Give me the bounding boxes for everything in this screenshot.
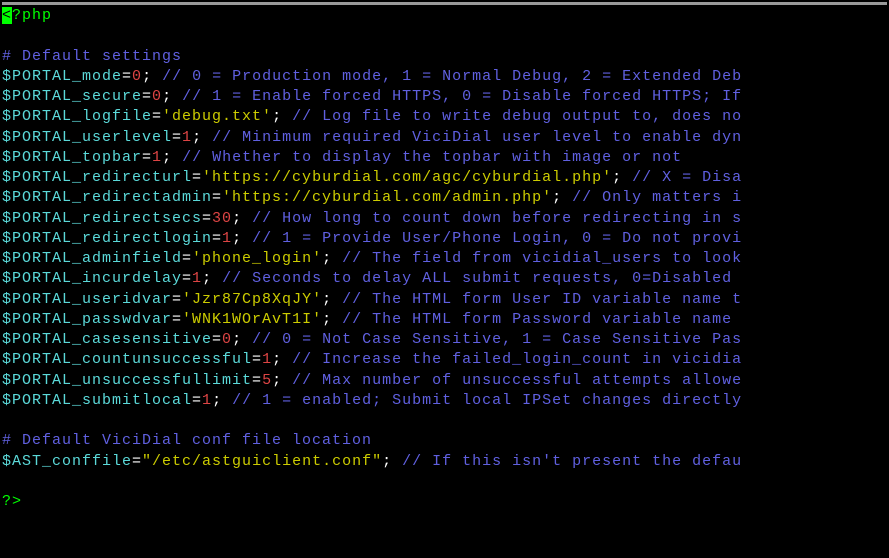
- variable: $PORTAL_countunsuccessful: [2, 351, 252, 368]
- variable: $PORTAL_secure: [2, 88, 142, 105]
- inline-comment: // How long to count down before redirec…: [242, 210, 742, 227]
- variable: $PORTAL_unsuccessfullimit: [2, 372, 252, 389]
- php-close-tag: ?>: [2, 492, 887, 512]
- string-literal: 'Jzr87Cp8XqJY': [182, 291, 322, 308]
- variable: $PORTAL_redirectlogin: [2, 230, 212, 247]
- number-literal: 0: [132, 68, 142, 85]
- inline-comment: // 1 = enabled; Submit local IPSet chang…: [222, 392, 742, 409]
- inline-comment: // 1 = Enable forced HTTPS, 0 = Disable …: [172, 88, 742, 105]
- inline-comment: // 0 = Production mode, 1 = Normal Debug…: [152, 68, 742, 85]
- section-comment-2: # Default ViciDial conf file location: [2, 431, 887, 451]
- code-line: $PORTAL_userlevel=1; // Minimum required…: [2, 128, 887, 148]
- string-literal: 'https://cyburdial.com/agc/cyburdial.php…: [202, 169, 612, 186]
- variable: $PORTAL_passwdvar: [2, 311, 172, 328]
- code-line: $PORTAL_redirectlogin=1; // 1 = Provide …: [2, 229, 887, 249]
- number-literal: 1: [182, 129, 192, 146]
- inline-comment: // 1 = Provide User/Phone Login, 0 = Do …: [242, 230, 742, 247]
- code-line: $PORTAL_secure=0; // 1 = Enable forced H…: [2, 87, 887, 107]
- code-line: $PORTAL_useridvar='Jzr87Cp8XqJY'; // The…: [2, 290, 887, 310]
- inline-comment: // Log file to write debug output to, do…: [282, 108, 742, 125]
- inline-comment: // The HTML form Password variable name: [332, 311, 742, 328]
- number-literal: 1: [222, 230, 232, 247]
- code-line: $PORTAL_topbar=1; // Whether to display …: [2, 148, 887, 168]
- string-literal: 'debug.txt': [162, 108, 272, 125]
- inline-comment: // Whether to display the topbar with im…: [172, 149, 682, 166]
- variable: $PORTAL_redirectsecs: [2, 210, 202, 227]
- variable: $PORTAL_mode: [2, 68, 122, 85]
- variable: $PORTAL_redirectadmin: [2, 189, 212, 206]
- php-open-tag: <?php: [2, 6, 887, 26]
- code-line: $PORTAL_adminfield='phone_login'; // The…: [2, 249, 887, 269]
- variable: $PORTAL_adminfield: [2, 250, 182, 267]
- blank-line: [2, 26, 887, 46]
- variable: $PORTAL_casesensitive: [2, 331, 212, 348]
- code-line: $PORTAL_logfile='debug.txt'; // Log file…: [2, 107, 887, 127]
- number-literal: 1: [262, 351, 272, 368]
- string-literal: 'phone_login': [192, 250, 322, 267]
- conf-line: $AST_conffile="/etc/astguiclient.conf"; …: [2, 452, 887, 472]
- number-literal: 5: [262, 372, 272, 389]
- titlebar: [2, 2, 887, 5]
- code-line: $PORTAL_mode=0; // 0 = Production mode, …: [2, 67, 887, 87]
- code-line: $PORTAL_redirectadmin='https://cyburdial…: [2, 188, 887, 208]
- number-literal: 0: [152, 88, 162, 105]
- string-literal: 'https://cyburdial.com/admin.php': [222, 189, 552, 206]
- variable: $PORTAL_topbar: [2, 149, 142, 166]
- inline-comment: // Only matters i: [562, 189, 742, 206]
- variable: $PORTAL_logfile: [2, 108, 152, 125]
- code-line: $PORTAL_countunsuccessful=1; // Increase…: [2, 350, 887, 370]
- section-comment-1: # Default settings: [2, 47, 887, 67]
- code-line: $PORTAL_casesensitive=0; // 0 = Not Case…: [2, 330, 887, 350]
- number-literal: 1: [202, 392, 212, 409]
- number-literal: 1: [152, 149, 162, 166]
- inline-comment: // Max number of unsuccessful attempts a…: [282, 372, 742, 389]
- code-line: $PORTAL_submitlocal=1; // 1 = enabled; S…: [2, 391, 887, 411]
- inline-comment: // Increase the failed_login_count in vi…: [282, 351, 742, 368]
- variable: $PORTAL_userlevel: [2, 129, 172, 146]
- inline-comment: // 0 = Not Case Sensitive, 1 = Case Sens…: [242, 331, 742, 348]
- code-line: $PORTAL_redirectsecs=30; // How long to …: [2, 209, 887, 229]
- blank-line: [2, 411, 887, 431]
- code-line: $PORTAL_redirecturl='https://cyburdial.c…: [2, 168, 887, 188]
- inline-comment: // Seconds to delay ALL submit requests,…: [212, 270, 742, 287]
- number-literal: 1: [192, 270, 202, 287]
- inline-comment: // Minimum required ViciDial user level …: [202, 129, 742, 146]
- variable: $PORTAL_useridvar: [2, 291, 172, 308]
- code-line: $PORTAL_incurdelay=1; // Seconds to dela…: [2, 269, 887, 289]
- variable: $PORTAL_incurdelay: [2, 270, 182, 287]
- blank-line: [2, 472, 887, 492]
- code-line: $PORTAL_passwdvar='WNK1WOrAvT1I'; // The…: [2, 310, 887, 330]
- number-literal: 0: [222, 331, 232, 348]
- inline-comment: // X = Disa: [622, 169, 742, 186]
- number-literal: 30: [212, 210, 232, 227]
- cursor: <: [2, 7, 12, 24]
- variable: $PORTAL_redirecturl: [2, 169, 192, 186]
- variable: $PORTAL_submitlocal: [2, 392, 192, 409]
- code-line: $PORTAL_unsuccessfullimit=5; // Max numb…: [2, 371, 887, 391]
- inline-comment: // The HTML form User ID variable name t: [332, 291, 742, 308]
- string-literal: 'WNK1WOrAvT1I': [182, 311, 322, 328]
- inline-comment: // The field from vicidial_users to look: [332, 250, 742, 267]
- code-editor[interactable]: <?php # Default settings $PORTAL_mode=0;…: [2, 6, 887, 512]
